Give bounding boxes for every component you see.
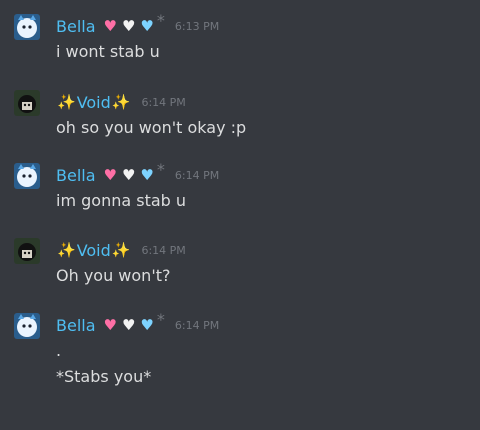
author-badges: ♥ ♥ ♥ [103, 315, 159, 334]
timestamp[interactable]: 6:14 PM [141, 96, 185, 109]
message-text: oh so you won't okay :p [56, 118, 247, 137]
message-text: Oh you won't? [56, 266, 171, 285]
sparkles-icon: ✨ [57, 93, 76, 111]
star-marker: * [156, 159, 165, 179]
author-name[interactable]: Void [77, 93, 111, 112]
timestamp[interactable]: 6:14 PM [175, 319, 219, 332]
blue-cat-avatar-icon [14, 163, 40, 189]
white-heart-icon: ♥ [121, 315, 136, 334]
star-marker: * [156, 309, 165, 329]
timestamp[interactable]: 6:14 PM [141, 244, 185, 257]
timestamp[interactable]: 6:14 PM [175, 169, 219, 182]
timestamp[interactable]: 6:13 PM [175, 20, 219, 33]
message-text: i wont stab u [56, 42, 160, 61]
sparkles-icon: ✨ [57, 241, 76, 259]
blue-heart-icon: ♥ [140, 315, 154, 334]
bella-avatar[interactable] [14, 313, 40, 339]
author-badges: ♥ ♥ ♥ [103, 16, 159, 35]
author-badges: ♥ ♥ ♥ [103, 165, 159, 184]
star-marker: * [156, 10, 165, 30]
sparkles-icon: ✨ [111, 93, 131, 111]
bella-avatar[interactable] [14, 14, 40, 40]
message-text: *Stabs you* [56, 367, 152, 386]
pink-heart-icon: ♥ [103, 16, 117, 35]
author-name[interactable]: Bella [56, 17, 96, 36]
message-text: im gonna stab u [56, 191, 187, 210]
author-name[interactable]: Void [77, 241, 111, 260]
pink-heart-icon: ♥ [103, 165, 117, 184]
blue-heart-icon: ♥ [140, 165, 154, 184]
blue-cat-avatar-icon [14, 313, 40, 339]
void-avatar[interactable] [14, 90, 40, 116]
sparkles-icon: ✨ [111, 241, 131, 259]
void-avatar[interactable] [14, 238, 40, 264]
author-name[interactable]: Bella [56, 316, 96, 335]
bella-avatar[interactable] [14, 163, 40, 189]
white-heart-icon: ♥ [121, 16, 136, 35]
dark-haired-avatar-icon [14, 238, 40, 264]
message-text: . [56, 341, 62, 360]
blue-cat-avatar-icon [14, 14, 40, 40]
blue-heart-icon: ♥ [140, 16, 154, 35]
pink-heart-icon: ♥ [103, 315, 117, 334]
white-heart-icon: ♥ [121, 165, 136, 184]
dark-haired-avatar-icon [14, 90, 40, 116]
author-name[interactable]: Bella [56, 166, 96, 185]
